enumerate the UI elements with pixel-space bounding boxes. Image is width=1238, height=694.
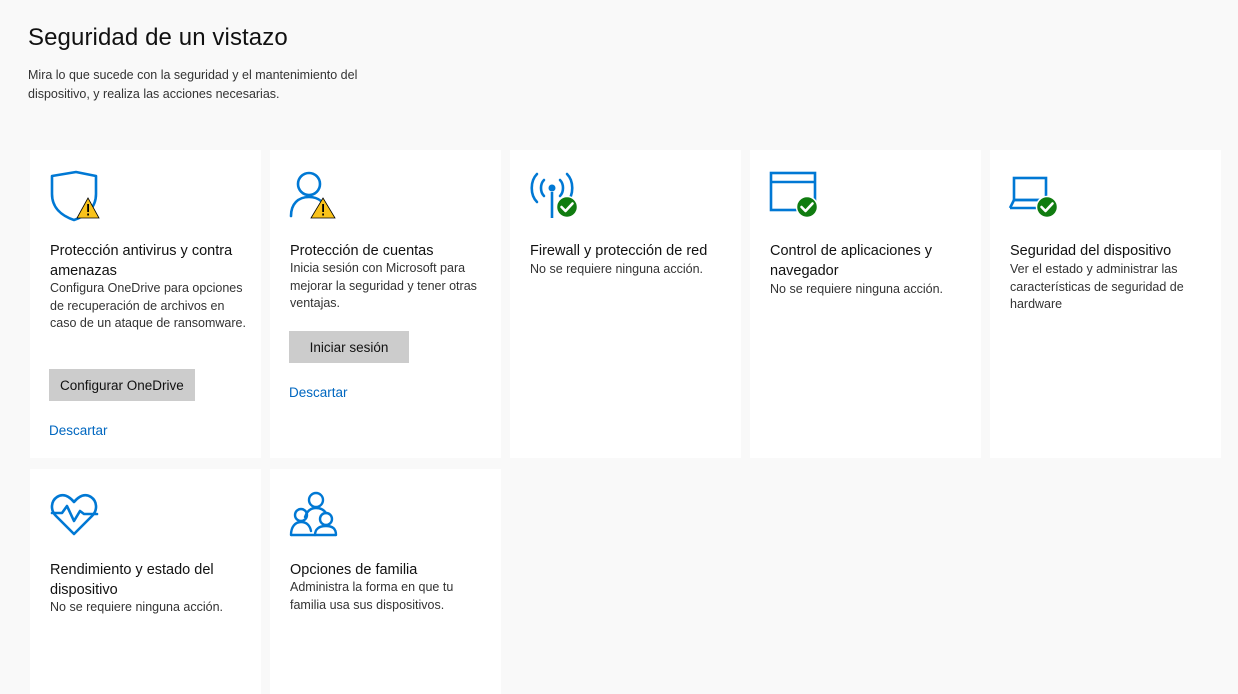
configure-onedrive-button[interactable]: Configurar OneDrive — [49, 369, 195, 401]
laptop-ok-icon — [1008, 176, 1059, 219]
card-account-protection[interactable]: Protección de cuentas Inicia sesión con … — [270, 150, 501, 458]
card-description: Configura OneDrive para opciones de recu… — [50, 281, 246, 330]
card-firewall[interactable]: Firewall y protección de red No se requi… — [510, 150, 741, 458]
card-description: Ver el estado y administrar las caracter… — [1010, 262, 1184, 311]
sign-in-button[interactable]: Iniciar sesión — [289, 331, 409, 363]
card-device-health[interactable]: Rendimiento y estado del dispositivo No … — [30, 469, 261, 694]
card-description: No se requiere ninguna acción. — [530, 262, 704, 276]
page-subtitle: Mira lo que sucede con la seguridad y el… — [28, 68, 358, 101]
card-description: Administra la forma en que tu familia us… — [290, 580, 454, 612]
card-virus-protection[interactable]: Protección antivirus y contra amenazas C… — [30, 150, 261, 458]
card-family-options[interactable]: Opciones de familia Administra la forma … — [270, 469, 501, 694]
shield-warning-icon — [50, 170, 100, 222]
family-icon — [289, 491, 338, 537]
card-title: Firewall y protección de red — [530, 243, 708, 259]
account-warning-icon — [289, 171, 336, 219]
dismiss-link[interactable]: Descartar — [49, 423, 108, 438]
card-description: Inicia sesión con Microsoft para mejorar… — [290, 261, 477, 310]
card-title: Seguridad del dispositivo — [1010, 243, 1172, 259]
page-title: Seguridad de un vistazo — [28, 24, 288, 51]
app-browser-ok-icon — [769, 171, 819, 219]
card-device-security[interactable]: Seguridad del dispositivo Ver el estado … — [990, 150, 1221, 458]
heart-pulse-icon — [50, 493, 99, 536]
card-title: Opciones de familia — [290, 562, 418, 578]
card-title: Protección de cuentas — [290, 243, 434, 259]
card-app-browser-control[interactable]: Control de aplicaciones y navegador No s… — [750, 150, 981, 458]
dismiss-link[interactable]: Descartar — [289, 385, 348, 400]
firewall-ok-icon — [530, 172, 579, 219]
security-at-a-glance-page: Seguridad de un vistazo Mira lo que suce… — [0, 0, 1238, 694]
card-title: Rendimiento y estado del dispositivo — [50, 562, 214, 598]
card-description: No se requiere ninguna acción. — [50, 600, 224, 614]
card-description: No se requiere ninguna acción. — [770, 282, 944, 296]
card-title: Control de aplicaciones y navegador — [770, 243, 933, 279]
card-title: Protección antivirus y contra amenazas — [50, 243, 233, 279]
